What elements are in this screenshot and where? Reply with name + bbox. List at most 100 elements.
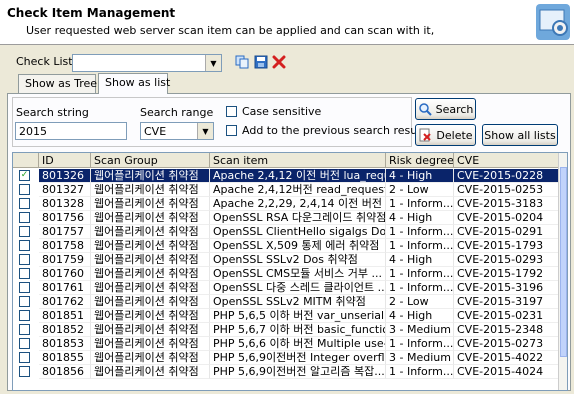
toolbar: Check List ▼ [0, 50, 574, 74]
search-string-value: 2015 [19, 125, 47, 138]
delete-x-icon[interactable] [272, 55, 286, 69]
table-row[interactable]: 801762 웹어플리케이션 취약점 OpenSSL SSLv2 MITM 취약점 2… [13, 295, 561, 309]
cell-risk-degree: 4 - High [386, 169, 454, 183]
tab-show-as-tree[interactable]: Show as Tree [18, 74, 97, 93]
row-checkbox[interactable] [19, 212, 30, 223]
cell-cve: CVE-2015-3196 [454, 281, 560, 295]
app-logo-icon [536, 4, 570, 40]
row-checkbox[interactable] [19, 282, 30, 293]
cell-risk-degree: 4 - High [386, 211, 454, 225]
row-checkbox[interactable]: ✓ [19, 170, 30, 181]
row-checkbox[interactable] [19, 296, 30, 307]
row-checkbox[interactable] [19, 254, 30, 265]
save-icon[interactable] [254, 55, 268, 69]
table-row[interactable]: 801760 웹어플리케이션 취약점 OpenSSL CMS모듈 서비스 거부 ..… [13, 267, 561, 281]
cell-scan-group: 웹어플리케이션 취약점 [91, 365, 210, 379]
cell-scan-item: OpenSSL X,509 통제 에러 취약점 [210, 239, 386, 253]
row-checkbox[interactable] [19, 268, 30, 279]
search-string-label: Search string [16, 106, 89, 119]
cell-id: 801756 [39, 211, 91, 225]
cell-risk-degree: 4 - High [386, 309, 454, 323]
cell-cve: CVE-2015-3197 [454, 295, 560, 309]
row-checkbox[interactable] [19, 324, 30, 335]
table-row[interactable]: 801853 웹어플리케이션 취약점 PHP 5,6,6 이하 버전 Multipl… [13, 337, 561, 351]
header-cve[interactable]: CVE [454, 153, 560, 168]
cell-id: 801856 [39, 365, 91, 379]
cell-scan-group: 웹어플리케이션 취약점 [91, 309, 210, 323]
table-row[interactable]: 801856 웹어플리케이션 취약점 PHP 5,6,9이전버전 알고리즘 복잡..… [13, 365, 561, 379]
cell-risk-degree: 2 - Low [386, 295, 454, 309]
vertical-scrollbar[interactable] [558, 153, 567, 390]
cell-scan-item: Apache 2,2,29, 2,4,14 이전 버전 c... [210, 197, 386, 211]
tab-show-as-list[interactable]: Show as list [98, 73, 170, 94]
scrollbar-thumb[interactable] [560, 167, 567, 357]
case-sensitive-checkbox[interactable] [226, 106, 237, 117]
cell-scan-group: 웹어플리케이션 취약점 [91, 323, 210, 337]
cell-risk-degree: 1 - Inform... [386, 225, 454, 239]
table-row[interactable]: 801757 웹어플리케이션 취약점 OpenSSL ClientHello sig… [13, 225, 561, 239]
table-row[interactable]: 801851 웹어플리케이션 취약점 PHP 5,6,5 이하 버전 var_uns… [13, 309, 561, 323]
row-checkbox[interactable] [19, 352, 30, 363]
search-button[interactable]: Search [415, 98, 476, 120]
table-row[interactable]: 801328 웹어플리케이션 취약점 Apache 2,2,29, 2,4,14 이… [13, 197, 561, 211]
add-previous-checkbox[interactable] [226, 125, 237, 136]
cell-scan-group: 웹어플리케이션 취약점 [91, 211, 210, 225]
cell-scan-group: 웹어플리케이션 취약점 [91, 169, 210, 183]
cell-scan-group: 웹어플리케이션 취약점 [91, 183, 210, 197]
cell-scan-item: PHP 5,6,9이전버전 알고리즘 복잡... [210, 365, 386, 379]
row-checkbox[interactable] [19, 240, 30, 251]
chevron-down-icon[interactable]: ▼ [197, 123, 213, 139]
search-string-input[interactable]: 2015 [15, 122, 127, 140]
cell-id: 801760 [39, 267, 91, 281]
header-check-col[interactable] [13, 153, 39, 168]
copy-icon[interactable] [235, 55, 249, 69]
header-scan-item[interactable]: Scan item [210, 153, 386, 168]
table-row[interactable]: ✓ 801326 웹어플리케이션 취약점 Apache 2,4,12 이전 버전 lu… [13, 169, 561, 183]
delete-button-label: Delete [436, 128, 473, 142]
table-row[interactable]: 801759 웹어플리케이션 취약점 OpenSSL SSLv2 Dos 취약점 4 … [13, 253, 561, 267]
page-subtitle: User requested web server scan item can … [26, 24, 435, 37]
table-row[interactable]: 801855 웹어플리케이션 취약점 PHP 5,6,9이전버전 Integer o… [13, 351, 561, 365]
search-range-select[interactable]: CVE ▼ [140, 122, 214, 140]
cell-id: 801758 [39, 239, 91, 253]
row-checkbox[interactable] [19, 198, 30, 209]
show-all-lists-button[interactable]: Show all lists [482, 124, 558, 146]
search-range-value: CVE [144, 125, 167, 138]
row-checkbox[interactable] [19, 366, 30, 377]
cell-scan-group: 웹어플리케이션 취약점 [91, 253, 210, 267]
row-checkbox[interactable] [19, 338, 30, 349]
cell-scan-item: OpenSSL SSLv2 Dos 취약점 [210, 253, 386, 267]
cell-cve: CVE-2015-1793 [454, 239, 560, 253]
header-risk-degree[interactable]: Risk degree [386, 153, 454, 168]
check-list-select[interactable]: ▼ [72, 54, 222, 72]
cell-scan-item: PHP 5,6,6 이하 버전 Multiple use-... [210, 337, 386, 351]
cell-scan-group: 웹어플리케이션 취약점 [91, 295, 210, 309]
scan-item-table: ID Scan Group Scan item Risk degree CVE … [12, 152, 568, 391]
table-row[interactable]: 801761 웹어플리케이션 취약점 OpenSSL 다중 스레드 클라이언트 ..… [13, 281, 561, 295]
chevron-down-icon[interactable]: ▼ [205, 55, 221, 71]
cell-scan-item: OpenSSL 다중 스레드 클라이언트 ... [210, 281, 386, 295]
header-scan-group[interactable]: Scan Group [91, 153, 210, 168]
magnifier-icon [418, 103, 432, 116]
table-row[interactable]: 801852 웹어플리케이션 취약점 PHP 5,6,7 이하 버전 basic_f… [13, 323, 561, 337]
header-id[interactable]: ID [39, 153, 91, 168]
row-checkbox[interactable] [19, 226, 30, 237]
show-all-lists-label: Show all lists [484, 128, 556, 142]
delete-button[interactable]: Delete [415, 124, 476, 146]
cell-risk-degree: 3 - Medium [386, 351, 454, 365]
cell-risk-degree: 1 - Inform... [386, 365, 454, 379]
search-button-label: Search [435, 102, 474, 116]
table-row[interactable]: 801756 웹어플리케이션 취약점 OpenSSL RSA 다운그레이드 취약점 4… [13, 211, 561, 225]
cell-id: 801852 [39, 323, 91, 337]
cell-cve: CVE-2015-4022 [454, 351, 560, 365]
table-row[interactable]: 801327 웹어플리케이션 취약점 Apache 2,4,12버전 read_re… [13, 183, 561, 197]
table-row[interactable]: 801758 웹어플리케이션 취약점 OpenSSL X,509 통제 에러 취약점… [13, 239, 561, 253]
cell-scan-item: OpenSSL SSLv2 MITM 취약점 [210, 295, 386, 309]
cell-cve: CVE-2015-0231 [454, 309, 560, 323]
cell-cve: CVE-2015-3183 [454, 197, 560, 211]
row-checkbox[interactable] [19, 310, 30, 321]
delete-document-icon [419, 128, 432, 142]
row-checkbox[interactable] [19, 184, 30, 195]
header-banner: Check Item Management User requested web… [0, 0, 574, 45]
cell-scan-item: OpenSSL RSA 다운그레이드 취약점 [210, 211, 386, 225]
